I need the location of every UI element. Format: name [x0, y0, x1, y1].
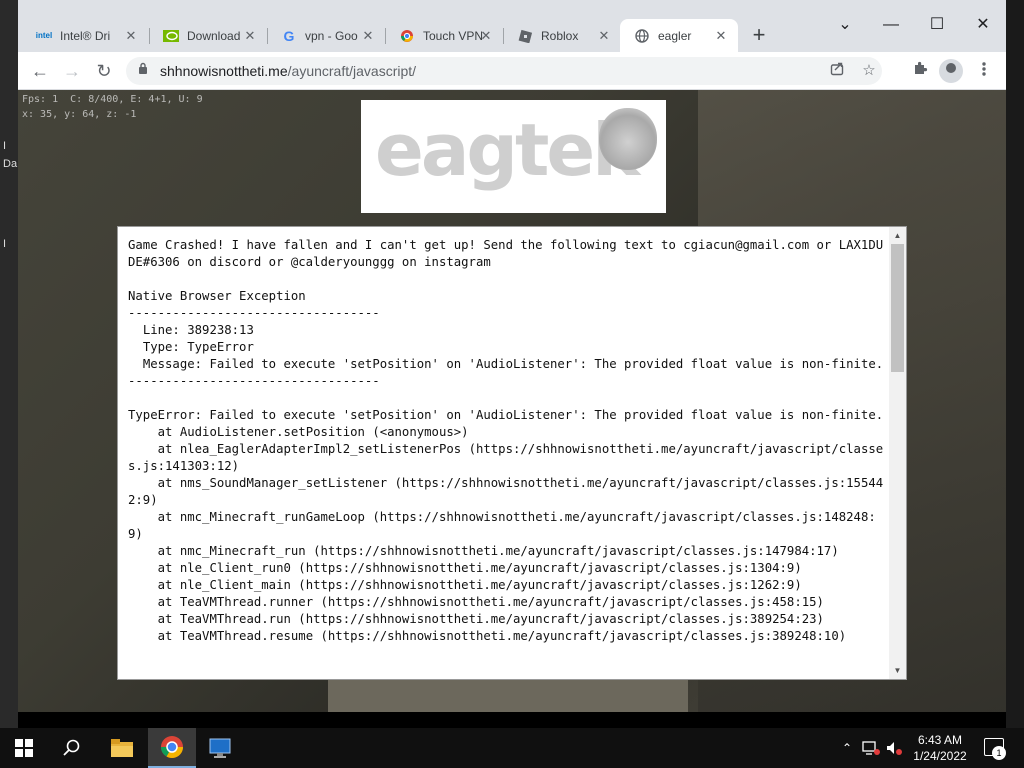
- url-host: shhnowisnottheti.me: [160, 63, 288, 79]
- scroll-down-arrow-icon[interactable]: ▼: [889, 662, 906, 679]
- lock-icon[interactable]: [138, 62, 148, 77]
- debug-overlay: Fps: 1 C: 8/400, E: 4+1, U: 9 x: 35, y: 6…: [22, 92, 203, 122]
- tab-title: Intel® Dri: [60, 28, 111, 43]
- close-icon[interactable]: ✕: [714, 29, 728, 43]
- system-clock[interactable]: 6:43 AM 1/24/2022: [905, 732, 975, 764]
- tab-vpn-google[interactable]: G vpn - Goo ✕: [267, 19, 385, 52]
- notification-badge: 1: [992, 746, 1006, 760]
- tab-download[interactable]: Download ✕: [149, 19, 267, 52]
- chevron-up-icon[interactable]: ⌃: [838, 728, 856, 768]
- share-icon[interactable]: [827, 61, 847, 80]
- close-icon[interactable]: ✕: [361, 29, 375, 43]
- desktop-icon-label[interactable]: I: [3, 140, 6, 152]
- logo-face-image: [599, 108, 657, 170]
- debug-line: x: 35, y: 64, z: -1: [22, 109, 137, 120]
- address-bar[interactable]: shhnowisnottheti.me/ayuncraft/javascript…: [126, 57, 882, 85]
- close-window-button[interactable]: ✕: [960, 10, 1006, 40]
- roblox-icon: [517, 28, 533, 44]
- profile-avatar[interactable]: [939, 59, 963, 83]
- nvidia-icon: [163, 28, 179, 44]
- forward-button[interactable]: →: [61, 60, 83, 82]
- scrollbar-thumb[interactable]: [891, 244, 904, 372]
- search-icon[interactable]: [48, 728, 96, 768]
- file-explorer-icon[interactable]: [98, 728, 146, 768]
- new-tab-button[interactable]: +: [748, 24, 770, 46]
- clock-time: 6:43 AM: [917, 733, 963, 747]
- google-icon: G: [283, 27, 295, 44]
- browser-toolbar: ← → ↻ shhnowisnottheti.me/ayuncraft/java…: [18, 52, 1006, 90]
- minimize-button[interactable]: —: [868, 10, 914, 40]
- chrome-store-icon: [399, 28, 415, 44]
- desktop-background: I Da I: [0, 0, 18, 728]
- clock-date: 1/24/2022: [913, 749, 967, 763]
- debug-line: Fps: 1 C: 8/400, E: 4+1, U: 9: [22, 94, 203, 105]
- close-icon[interactable]: ✕: [124, 29, 138, 43]
- tab-eagler[interactable]: eagler ✕: [620, 19, 738, 52]
- intel-icon: intel: [35, 31, 53, 40]
- globe-icon: [634, 28, 650, 44]
- url-path: /ayuncraft/javascript/: [287, 63, 417, 79]
- close-icon[interactable]: ✕: [243, 29, 257, 43]
- tab-intel[interactable]: intel Intel® Dri ✕: [22, 19, 148, 52]
- desktop-background: [1006, 0, 1024, 728]
- desktop-icon-label[interactable]: I: [3, 238, 6, 250]
- crash-report-text[interactable]: Game Crashed! I have fallen and I can't …: [128, 237, 890, 645]
- scroll-up-arrow-icon[interactable]: ▲: [889, 227, 906, 244]
- extensions-icon[interactable]: [909, 60, 931, 82]
- url-text[interactable]: shhnowisnottheti.me/ayuncraft/javascript…: [160, 63, 416, 79]
- crash-report-panel[interactable]: Game Crashed! I have fallen and I can't …: [117, 226, 907, 680]
- tab-strip: intel Intel® Dri ✕ Download ✕ G vpn - Go…: [18, 0, 1006, 52]
- browser-window: intel Intel® Dri ✕ Download ✕ G vpn - Go…: [18, 0, 1006, 712]
- reload-button[interactable]: ↻: [93, 60, 115, 82]
- start-button[interactable]: [0, 728, 48, 768]
- close-icon[interactable]: ✕: [479, 29, 493, 43]
- back-button[interactable]: ←: [29, 60, 51, 82]
- tab-touch-vpn[interactable]: Touch VPN ✕: [385, 19, 503, 52]
- remote-desktop-icon[interactable]: [196, 728, 244, 768]
- tab-search-button[interactable]: ⌄: [822, 10, 868, 40]
- desktop-icon-label[interactable]: Da: [3, 158, 17, 170]
- chrome-taskbar-icon[interactable]: [148, 728, 196, 768]
- scrollbar[interactable]: ▲ ▼: [889, 227, 906, 679]
- maximize-button[interactable]: ☐: [914, 10, 960, 40]
- menu-kebab-icon[interactable]: [973, 60, 995, 82]
- tab-roblox[interactable]: Roblox ✕: [503, 19, 621, 52]
- close-icon[interactable]: ✕: [597, 29, 611, 43]
- network-icon[interactable]: [860, 728, 882, 768]
- taskbar: ⌃ 6:43 AM 1/24/2022 1: [0, 728, 1024, 768]
- logo-text: eagtek: [375, 108, 640, 192]
- game-canvas[interactable]: Fps: 1 C: 8/400, E: 4+1, U: 9 x: 35, y: 6…: [18, 90, 1006, 712]
- eagtek-logo: eagtek: [361, 100, 666, 213]
- volume-muted-icon[interactable]: [884, 728, 904, 768]
- bookmark-star-icon[interactable]: ☆: [859, 61, 879, 79]
